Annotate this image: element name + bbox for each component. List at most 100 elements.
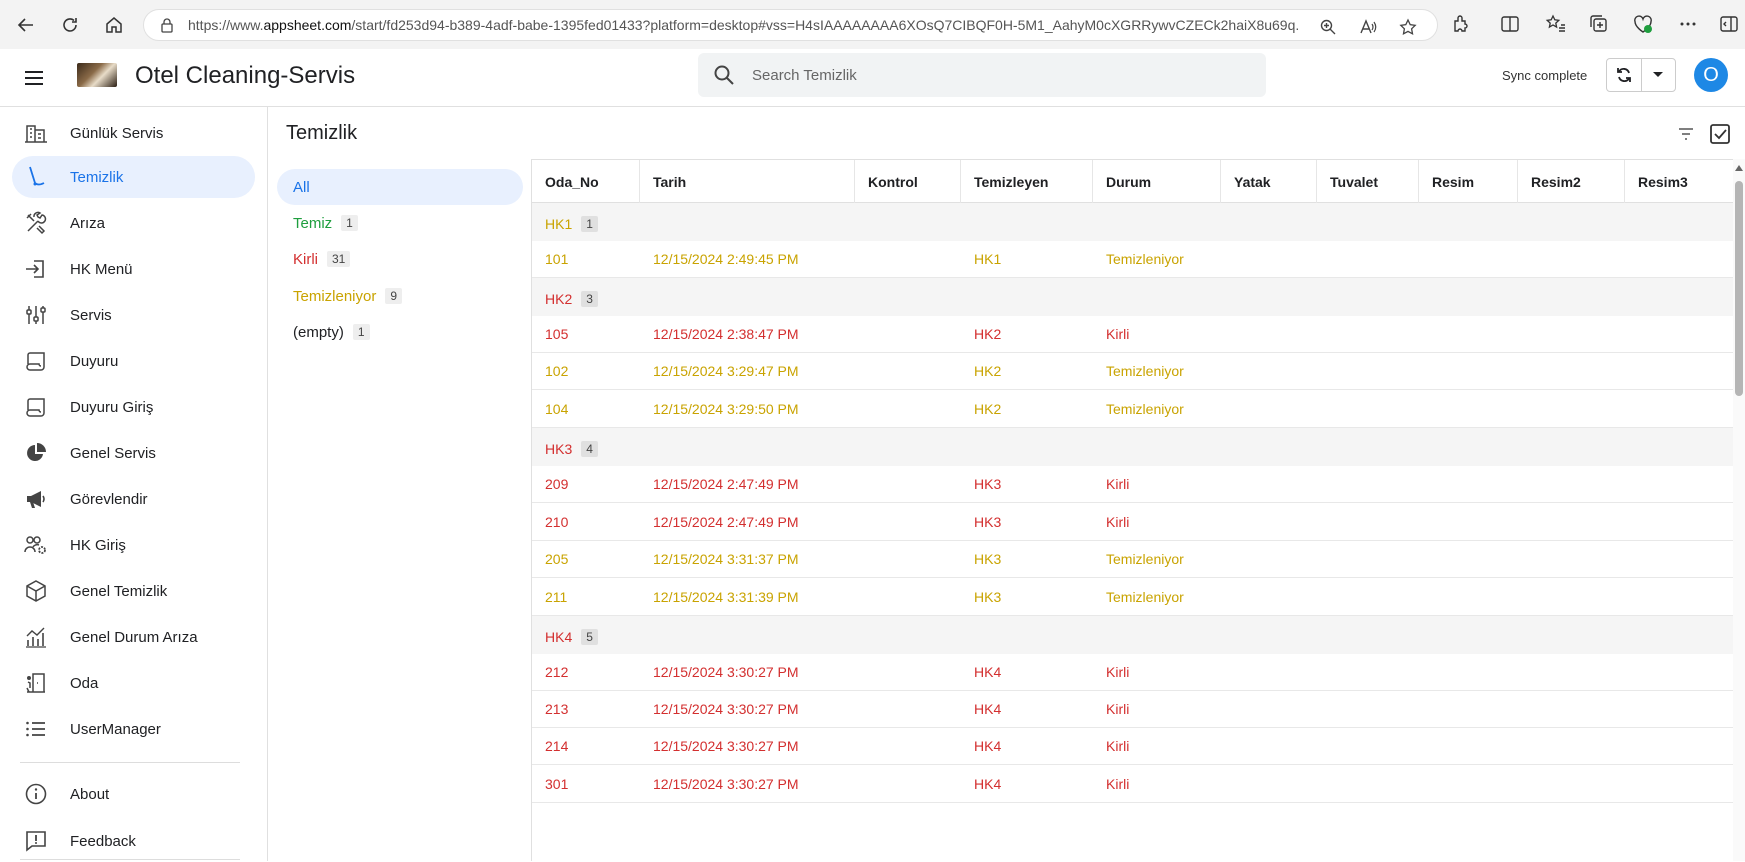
extensions-icon[interactable]: [1450, 13, 1472, 35]
sidebar-item-hk-giris[interactable]: HK Giriş: [12, 524, 255, 566]
sidebar-item-about[interactable]: About: [12, 773, 255, 815]
table-row[interactable]: 101 12/15/2024 2:49:45 PM HK1 Temizleniyor: [532, 241, 1733, 278]
sync-button-group: [1606, 58, 1676, 92]
cell-durum: Temizleniyor: [1106, 363, 1184, 379]
group-filter-temiz[interactable]: Temiz 1: [277, 205, 523, 241]
data-table: Oda_No Tarih Kontrol Temizleyen Durum Ya…: [532, 159, 1733, 861]
favorite-star-icon[interactable]: [1399, 18, 1417, 36]
cell-durum: Kirli: [1106, 701, 1130, 717]
cell-durum: Kirli: [1106, 738, 1130, 754]
cell-durum: Kirli: [1106, 476, 1130, 492]
sidebar-item-temizlik[interactable]: Temizlik: [12, 156, 255, 198]
cell-oda-no: 104: [545, 400, 569, 417]
sidebar-item-ariza[interactable]: Arıza: [12, 202, 255, 244]
group-header-row[interactable]: HK4 5: [532, 616, 1733, 658]
column-header-resim2[interactable]: Resim2: [1518, 160, 1625, 203]
cell-tarih: 12/15/2024 2:49:45 PM: [653, 251, 799, 267]
cell-tarih: 12/15/2024 3:30:27 PM: [653, 664, 799, 680]
zoom-icon[interactable]: [1319, 18, 1337, 36]
sidebar-item-duyuru-giris[interactable]: Duyuru Giriş: [12, 386, 255, 428]
bar-chart-icon: [26, 627, 46, 648]
column-header-tuvalet[interactable]: Tuvalet: [1317, 160, 1419, 203]
sliders-icon: [26, 306, 46, 324]
cell-temizleyen: HK3: [974, 513, 1002, 530]
column-header-resim3[interactable]: Resim3: [1625, 160, 1733, 203]
filter-icon[interactable]: [1676, 124, 1696, 144]
table-row[interactable]: 211 12/15/2024 3:31:39 PM HK3 Temizleniyor: [532, 578, 1733, 616]
read-aloud-icon[interactable]: [1359, 18, 1377, 36]
sidebar-item-genel-temizlik[interactable]: Genel Temizlik: [12, 570, 255, 612]
table-row[interactable]: 205 12/15/2024 3:31:37 PM HK3 Temizleniyor: [532, 541, 1733, 578]
group-header-row[interactable]: HK1 1: [532, 203, 1733, 245]
group-filter-kirli[interactable]: Kirli 31: [277, 241, 523, 277]
group-filter-label: All: [293, 178, 310, 196]
address-bar[interactable]: https://www.appsheet.com/start/fd253d94-…: [143, 9, 1438, 41]
group-header-row[interactable]: HK2 3: [532, 278, 1733, 320]
sidebar-item-label: HK Menü: [70, 260, 133, 278]
page-title: Temizlik: [286, 122, 358, 144]
sidebar-toggle-icon[interactable]: [1718, 13, 1740, 35]
table-row[interactable]: 102 12/15/2024 3:29:47 PM HK2 Temizleniyor: [532, 353, 1733, 390]
megaphone-icon: [27, 491, 45, 508]
cell-durum: Temizleniyor: [1106, 551, 1184, 567]
app-header: Otel Cleaning-Servis Sync complete O: [0, 49, 1745, 107]
collections-icon[interactable]: [1588, 13, 1610, 35]
column-header-kontrol[interactable]: Kontrol: [855, 160, 961, 203]
search-box[interactable]: [698, 53, 1266, 97]
favorites-list-icon[interactable]: [1545, 13, 1567, 35]
sidebar-item-gunluk-servis[interactable]: Günlük Servis: [12, 112, 255, 154]
sidebar-item-genel-servis[interactable]: Genel Servis: [12, 432, 255, 474]
column-header-tarih[interactable]: Tarih: [640, 160, 855, 203]
column-header-yatak[interactable]: Yatak: [1221, 160, 1317, 203]
sidebar-item-servis[interactable]: Servis: [12, 294, 255, 336]
feedback-icon: [26, 831, 46, 852]
column-header-durum[interactable]: Durum: [1093, 160, 1221, 203]
cell-tarih: 12/15/2024 3:31:37 PM: [653, 551, 799, 567]
sidebar-item-usermanager[interactable]: UserManager: [12, 708, 255, 750]
sidebar-item-genel-durum-ariza[interactable]: Genel Durum Arıza: [12, 616, 255, 658]
sidebar-item-duyuru[interactable]: Duyuru: [12, 340, 255, 382]
table-scrollbar[interactable]: [1733, 159, 1745, 861]
browser-essentials-icon[interactable]: [1632, 13, 1654, 35]
more-options-icon[interactable]: [1677, 13, 1699, 35]
sidebar-item-gorevlendir[interactable]: Görevlendir: [12, 478, 255, 520]
group-filter-temizleniyor[interactable]: Temizleniyor 9: [277, 278, 523, 314]
column-header-temizleyen[interactable]: Temizleyen: [961, 160, 1093, 203]
group-filter-empty[interactable]: (empty) 1: [277, 314, 523, 350]
group-header-row[interactable]: HK3 4: [532, 428, 1733, 470]
table-row[interactable]: 209 12/15/2024 2:47:49 PM HK3 Kirli: [532, 466, 1733, 503]
group-count-badge: 5: [581, 629, 598, 645]
table-row[interactable]: 212 12/15/2024 3:30:27 PM HK4 Kirli: [532, 654, 1733, 691]
sync-button[interactable]: [1607, 59, 1641, 91]
back-icon[interactable]: [11, 10, 41, 40]
hamburger-menu-icon[interactable]: [22, 66, 46, 90]
split-screen-icon[interactable]: [1499, 13, 1521, 35]
column-header-resim[interactable]: Resim: [1419, 160, 1518, 203]
table-row[interactable]: 301 12/15/2024 3:30:27 PM HK4 Kirli: [532, 765, 1733, 803]
avatar[interactable]: O: [1694, 58, 1728, 92]
refresh-icon[interactable]: [55, 10, 85, 40]
cell-durum: Temizleniyor: [1106, 588, 1184, 605]
sync-dropdown-button[interactable]: [1640, 59, 1675, 91]
column-header-oda-no[interactable]: Oda_No: [532, 160, 640, 203]
sidebar-item-feedback[interactable]: Feedback: [12, 820, 255, 862]
login-icon: [26, 260, 44, 278]
cell-oda-no: 214: [545, 738, 569, 754]
scrollbar-thumb[interactable]: [1735, 181, 1743, 396]
table-row[interactable]: 214 12/15/2024 3:30:27 PM HK4 Kirli: [532, 728, 1733, 765]
cell-oda-no: 105: [545, 326, 569, 342]
table-row[interactable]: 104 12/15/2024 3:29:50 PM HK2 Temizleniyor: [532, 390, 1733, 428]
select-checkbox-icon[interactable]: [1709, 123, 1731, 145]
table-row[interactable]: 105 12/15/2024 2:38:47 PM HK2 Kirli: [532, 316, 1733, 353]
scroll-up-arrow-icon[interactable]: [1735, 165, 1743, 171]
search-input[interactable]: [752, 66, 1232, 84]
sidebar-item-oda[interactable]: Oda: [12, 662, 255, 704]
cell-temizleyen: HK2: [974, 363, 1002, 379]
sidebar-item-label: Servis: [70, 306, 112, 324]
home-icon[interactable]: [99, 10, 129, 40]
sidebar-item-hk-menu[interactable]: HK Menü: [12, 248, 255, 290]
group-filter-all[interactable]: All: [277, 169, 523, 205]
table-row[interactable]: 210 12/15/2024 2:47:49 PM HK3 Kirli: [532, 503, 1733, 541]
group-count-badge: 3: [581, 291, 598, 307]
table-row[interactable]: 213 12/15/2024 3:30:27 PM HK4 Kirli: [532, 691, 1733, 728]
